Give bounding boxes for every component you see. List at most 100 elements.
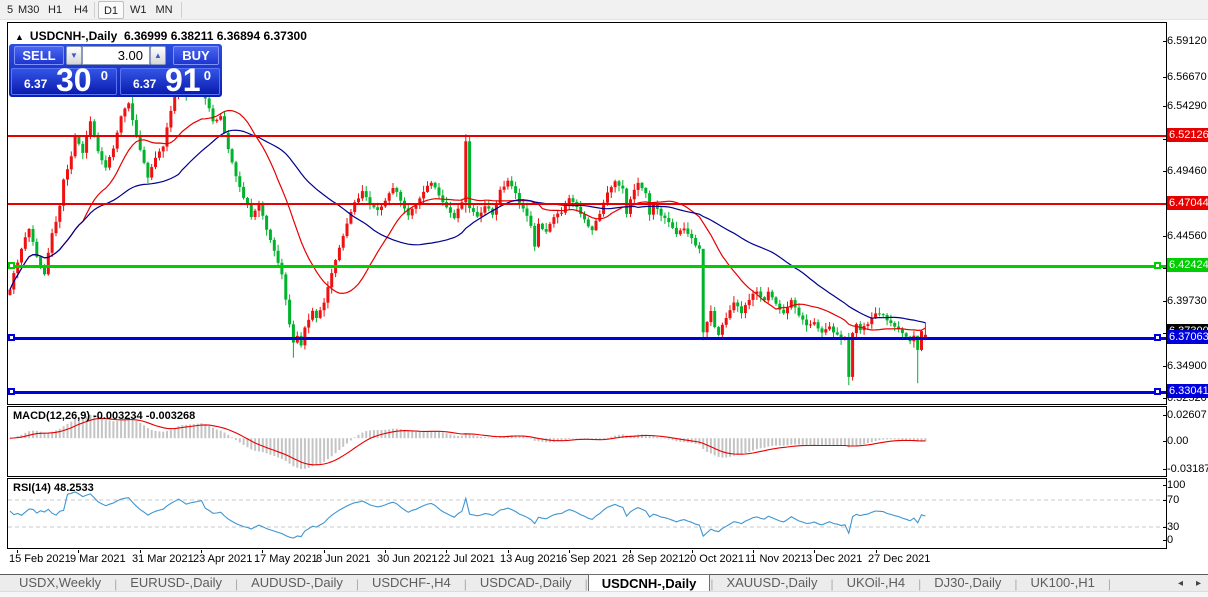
collapse-panel-icon[interactable]: ▲ xyxy=(15,32,24,42)
price-tick-6.44560: 6.44560 xyxy=(1163,230,1207,242)
rsi-tick-100: 100 xyxy=(1163,479,1185,491)
line-handle[interactable] xyxy=(1154,334,1161,341)
chart-tab-audusd-daily[interactable]: AUDUSD-,Daily xyxy=(238,575,356,592)
chart-tab-uk100-h1[interactable]: UK100-,H1 xyxy=(1018,575,1108,592)
date-label: 27 Dec 2021 xyxy=(868,553,931,565)
volume-input[interactable] xyxy=(82,46,150,65)
macd-label: MACD(12,26,9) -0.003234 -0.003268 xyxy=(13,410,195,422)
rsi-line xyxy=(8,491,1166,539)
axis-tickmark xyxy=(1163,469,1167,470)
axis-tickmark xyxy=(1163,415,1167,416)
chart-tab-eurusd-daily[interactable]: EURUSD-,Daily xyxy=(117,575,235,592)
axis-tickmark xyxy=(1163,540,1167,541)
sell-price-prefix: 6.37 xyxy=(24,77,48,91)
price-tick-6.39730: 6.39730 xyxy=(1163,295,1207,307)
date-label: 23 Apr 2021 xyxy=(193,553,253,565)
date-axis[interactable]: 15 Feb 2021 9 Mar 2021 31 Mar 2021 23 Apr 2… xyxy=(7,550,1167,566)
price-badge-6.33041: 6.33041 xyxy=(1167,384,1208,398)
timeframe-button-h1[interactable]: H1 xyxy=(44,1,66,19)
rsi-name: RSI(14) xyxy=(13,482,51,494)
timeframe-button-mn[interactable]: MN xyxy=(151,1,177,19)
one-click-trading-panel: SELL ▼ ▲ BUY 6.37 30 0 6.37 91 0 xyxy=(9,44,222,98)
chart-tab-bar: USDX,Weekly | EURUSD-,Daily | AUDUSD-,Daily |… xyxy=(0,574,1208,592)
price-tick-6.56670: 6.56670 xyxy=(1163,71,1207,83)
axis-tickmark xyxy=(1163,236,1167,237)
buy-price-display[interactable]: 6.37 91 0 xyxy=(120,62,220,98)
date-label: 20 Oct 2021 xyxy=(684,553,744,565)
chart-tab-usdx-weekly[interactable]: USDX,Weekly xyxy=(6,575,114,592)
chart-window: MACD(12,26,9) -0.003234 -0.003268 RSI(14… xyxy=(0,21,1208,566)
timeframe-button-d1[interactable]: D1 xyxy=(98,1,124,19)
horizontal-line-6.37063[interactable] xyxy=(8,337,1166,340)
line-handle[interactable] xyxy=(8,388,15,395)
macd-tick--0.03187: -0.03187 xyxy=(1163,463,1208,475)
toolbar-separator xyxy=(94,2,95,18)
date-label: 28 Sep 2021 xyxy=(622,553,685,565)
line-handle[interactable] xyxy=(1154,388,1161,395)
rsi-pane[interactable]: RSI(14) 48.2533 xyxy=(7,478,1167,549)
date-label: 17 May 2021 xyxy=(254,553,318,565)
mt4-window: 5 M30 H1 H4 D1 W1 MN MACD(12,26,9) -0.003234 -… xyxy=(0,0,1208,597)
date-label: 9 Mar 2021 xyxy=(70,553,126,565)
status-strip xyxy=(0,591,1208,597)
axis-tickmark xyxy=(1163,366,1167,367)
tab-scroll-right-icon[interactable]: ▸ xyxy=(1196,578,1201,589)
macd-name: MACD(12,26,9) xyxy=(13,410,91,422)
price-badge-6.42424: 6.42424 xyxy=(1167,258,1208,272)
price-badge-6.47044: 6.47044 xyxy=(1167,196,1208,210)
chart-tab-usdchf-h4[interactable]: USDCHF-,H4 xyxy=(359,575,464,592)
chart-tab-usdcnh-daily[interactable]: USDCNH-,Daily xyxy=(587,574,711,592)
horizontal-line-6.42424[interactable] xyxy=(8,265,1166,268)
horizontal-line-6.52126[interactable] xyxy=(8,135,1166,137)
symbol-period: USDCNH-,Daily xyxy=(29,29,118,43)
horizontal-line-6.33041[interactable] xyxy=(8,391,1166,394)
tab-scroll-left-icon[interactable]: ◂ xyxy=(1178,578,1183,589)
date-label: 22 Jul 2021 xyxy=(438,553,495,565)
timeframe-button-m30[interactable]: M30 xyxy=(14,1,43,19)
date-label: 8 Jun 2021 xyxy=(316,553,371,565)
toolbar-separator xyxy=(181,2,182,18)
axis-tickmark xyxy=(1163,77,1167,78)
chart-tabs: USDX,Weekly | EURUSD-,Daily | AUDUSD-,Daily |… xyxy=(6,574,1111,592)
macd-tick-0.00: 0.00 xyxy=(1163,435,1188,447)
line-handle[interactable] xyxy=(1154,262,1161,269)
price-tick-6.49460: 6.49460 xyxy=(1163,165,1207,177)
volume-increase-button[interactable]: ▲ xyxy=(150,46,166,65)
chart-tab-ukoil-h4[interactable]: UKOil-,H4 xyxy=(834,575,919,592)
price-axis[interactable]: 6.591206.566706.542906.518406.494606.470… xyxy=(1163,21,1208,566)
macd-value-1: -0.003234 xyxy=(93,410,143,422)
ohlc-close: 6.37300 xyxy=(263,29,307,43)
buy-price-pips: 91 xyxy=(165,62,201,98)
timeframe-toolbar: 5 M30 H1 H4 D1 W1 MN xyxy=(0,0,1208,20)
date-label: 13 Aug 2021 xyxy=(500,553,562,565)
date-label: 30 Jun 2021 xyxy=(377,553,438,565)
sell-price-pips: 30 xyxy=(56,62,92,98)
rsi-value: 48.2533 xyxy=(53,482,94,494)
chart-tab-usdcad-daily[interactable]: USDCAD-,Daily xyxy=(467,575,585,592)
price-tick-6.54290: 6.54290 xyxy=(1163,100,1207,112)
timeframe-button-h4[interactable]: H4 xyxy=(70,1,92,19)
horizontal-line-6.47044[interactable] xyxy=(8,203,1166,205)
sell-price-point: 0 xyxy=(100,68,108,83)
line-handle[interactable] xyxy=(8,262,15,269)
axis-tickmark xyxy=(1163,500,1167,501)
sell-price-display[interactable]: 6.37 30 0 xyxy=(11,62,117,98)
axis-tickmark xyxy=(1163,301,1167,302)
chart-tab-dj30-daily[interactable]: DJ30-,Daily xyxy=(921,575,1014,592)
price-badge-6.37063: 6.37063 xyxy=(1167,330,1208,344)
axis-tickmark xyxy=(1163,41,1167,42)
line-handle[interactable] xyxy=(8,334,15,341)
timeframe-button-w1[interactable]: W1 xyxy=(126,1,151,19)
macd-pane[interactable]: MACD(12,26,9) -0.003234 -0.003268 xyxy=(7,406,1167,477)
date-label: 31 Mar 2021 xyxy=(132,553,194,565)
ohlc-low: 6.36894 xyxy=(216,29,261,43)
price-tick-6.34900: 6.34900 xyxy=(1163,360,1207,372)
axis-tickmark xyxy=(1163,171,1167,172)
macd-value-2: -0.003268 xyxy=(145,410,196,422)
chart-tab-xauusd-daily[interactable]: XAUUSD-,Daily xyxy=(713,575,830,592)
rsi-tick-0: 0 xyxy=(1163,534,1173,546)
axis-tickmark xyxy=(1163,527,1167,528)
price-tick-6.59120: 6.59120 xyxy=(1163,35,1207,47)
axis-tickmark xyxy=(1163,441,1167,442)
date-label: 6 Sep 2021 xyxy=(561,553,618,565)
